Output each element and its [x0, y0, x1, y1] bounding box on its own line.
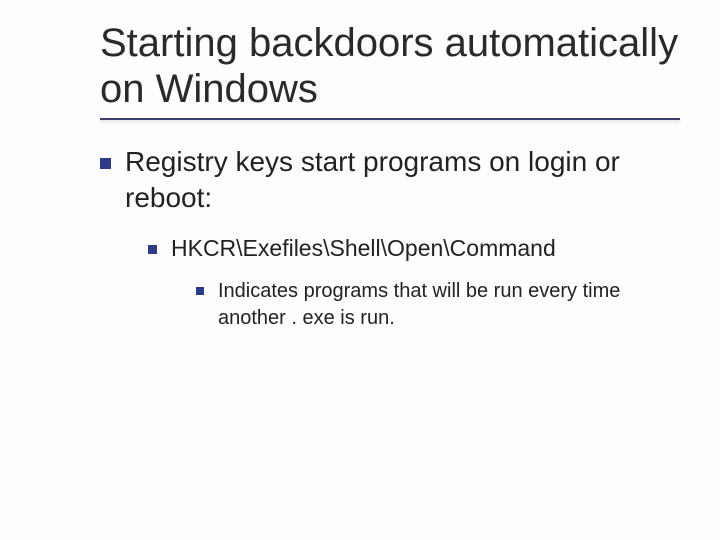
square-bullet-icon	[148, 245, 157, 254]
bullet-level-1-text: Registry keys start programs on login or…	[125, 144, 680, 216]
bullet-level-2: HKCR\Exefiles\Shell\Open\Command	[148, 234, 680, 264]
square-bullet-icon	[196, 287, 204, 295]
bullet-level-2-text: HKCR\Exefiles\Shell\Open\Command	[171, 234, 556, 264]
title-underline	[100, 118, 680, 120]
bullet-level-3-text: Indicates programs that will be run ever…	[218, 278, 680, 332]
bullet-level-3: Indicates programs that will be run ever…	[196, 278, 680, 332]
square-bullet-icon	[100, 158, 111, 169]
slide: Starting backdoors automatically on Wind…	[0, 0, 720, 540]
bullet-level-1: Registry keys start programs on login or…	[100, 144, 680, 216]
slide-title: Starting backdoors automatically on Wind…	[100, 20, 680, 112]
